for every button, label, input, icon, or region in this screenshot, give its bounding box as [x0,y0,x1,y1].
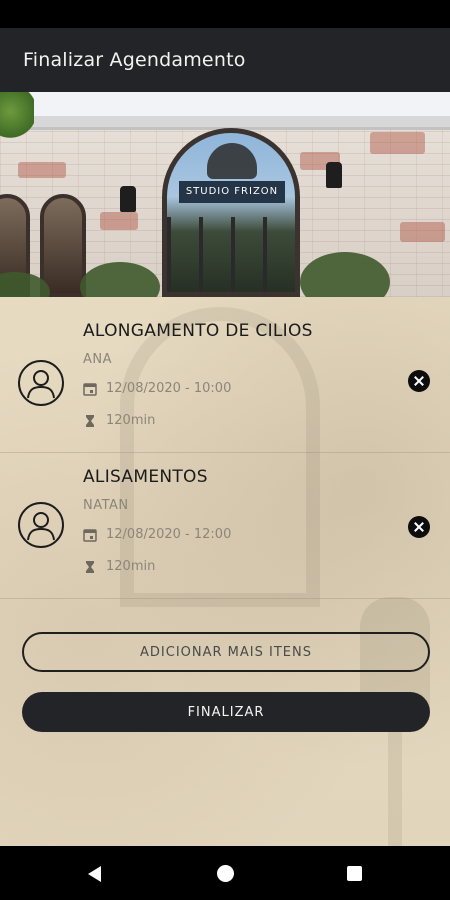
appointment-datetime: 12/08/2020 - 10:00 [83,381,231,396]
brick-patch [400,222,445,242]
calendar-icon [83,528,97,542]
calendar-icon [83,382,97,396]
background-lamp-pole [388,712,402,846]
app-bar: Finalizar Agendamento [0,28,450,92]
main-content: STUDIO FRIZON ALONGAMENTO DE CILIOS ANA [0,92,450,846]
hourglass-icon [86,560,94,573]
user-outline-icon-glyph [27,370,55,399]
service-name: ALISAMENTOS [83,467,208,487]
wall-lamp [326,162,342,188]
studio-crest [207,143,257,179]
appointment-duration: 120min [83,559,155,574]
duration-text: 120min [106,413,156,428]
hourglass-icon [86,414,94,427]
studio-photo: STUDIO FRIZON [0,92,450,297]
service-name: ALONGAMENTO DE CILIOS [83,321,313,341]
status-bar [0,0,450,28]
studio-sign: STUDIO FRIZON [179,181,285,203]
professional-name: ANA [83,352,113,367]
add-more-items-button[interactable]: ADICIONAR MAIS ITENS [22,632,430,672]
appointment-item: ALONGAMENTO DE CILIOS ANA 12/08/2020 - 1… [0,307,450,453]
appointment-item: ALISAMENTOS NATAN 12/08/2020 - 12:00 120… [0,453,450,599]
user-outline-icon [18,502,64,548]
arched-window [40,194,86,297]
duration-text: 120min [106,559,156,574]
datetime-text: 12/08/2020 - 12:00 [106,527,232,542]
datetime-text: 12/08/2020 - 10:00 [106,381,232,396]
remove-appointment-button[interactable] [408,370,430,392]
back-icon[interactable] [88,866,101,882]
system-nav-bar [0,846,450,900]
tree-leaves [0,92,34,140]
home-icon[interactable] [217,865,234,882]
remove-appointment-button[interactable] [408,516,430,538]
finish-button[interactable]: FINALIZAR [22,692,430,732]
user-outline-icon [18,360,64,406]
recent-apps-icon[interactable] [347,866,362,881]
appointment-duration: 120min [83,413,155,428]
professional-name: NATAN [83,498,129,513]
door-frames [167,217,295,292]
appointment-datetime: 12/08/2020 - 12:00 [83,527,231,542]
brick-patch [18,162,66,178]
page-title: Finalizar Agendamento [23,49,246,71]
arched-entrance: STUDIO FRIZON [162,128,300,297]
user-outline-icon-glyph [27,512,55,541]
brick-patch [370,132,425,154]
brick-patch [100,212,138,230]
wall-lamp [120,186,136,212]
